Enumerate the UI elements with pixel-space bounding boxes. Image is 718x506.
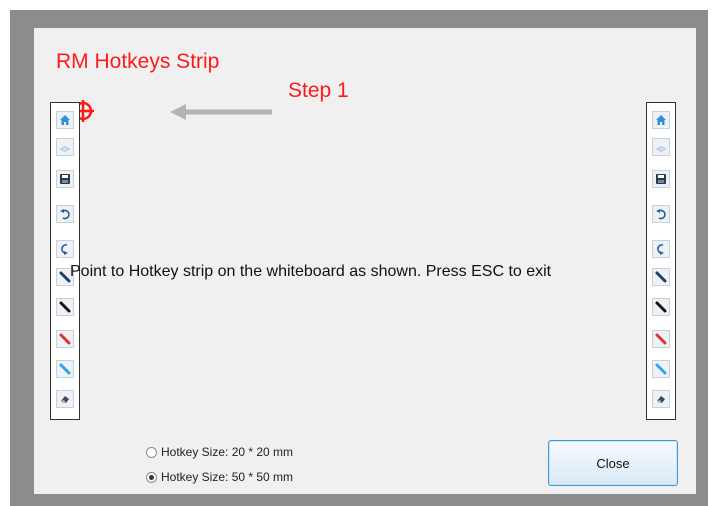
- undo-icon: [56, 205, 74, 223]
- hotkey-size-50-label: Hotkey Size: 50 * 50 mm: [161, 470, 294, 484]
- window-frame-bottom: [10, 494, 708, 506]
- pen-red-icon: [652, 330, 670, 348]
- pen-light-blue-icon: [56, 360, 74, 378]
- save-icon: [652, 170, 670, 188]
- left-arrow-icon: [170, 104, 272, 120]
- eraser-icon: [56, 390, 74, 408]
- pen-dark-blue-icon: [652, 268, 670, 286]
- hotkeys-dialog: [34, 28, 696, 494]
- screen-top-margin: [0, 0, 718, 10]
- window-frame-top: [10, 10, 708, 28]
- radio-size-20[interactable]: [146, 446, 157, 458]
- hotkey-strip-left[interactable]: [50, 102, 80, 420]
- dialog-title: RM Hotkeys Strip: [56, 50, 220, 73]
- redo-icon: [56, 240, 74, 258]
- radio-size-50[interactable]: [146, 471, 157, 483]
- undo-icon: [652, 205, 670, 223]
- close-button[interactable]: Close: [548, 440, 678, 486]
- pen-light-blue-icon: [652, 360, 670, 378]
- pen-black-icon: [56, 298, 74, 316]
- pen-black-icon: [652, 298, 670, 316]
- hotkey-size-50-option[interactable]: Hotkey Size: 50 * 50 mm: [146, 470, 293, 484]
- hotkey-size-20-option[interactable]: Hotkey Size: 20 * 20 mm: [146, 445, 293, 459]
- instruction-text: Point to Hotkey strip on the whiteboard …: [70, 263, 552, 280]
- home-icon: [652, 111, 670, 129]
- eraser-icon: [652, 390, 670, 408]
- blank-page-icon: [56, 138, 74, 156]
- redo-icon: [652, 240, 670, 258]
- blank-page-icon: [652, 138, 670, 156]
- hotkey-size-20-label: Hotkey Size: 20 * 20 mm: [161, 445, 294, 459]
- home-icon: [56, 111, 74, 129]
- window-frame-left: [10, 10, 34, 494]
- save-icon: [56, 170, 74, 188]
- window-frame-right: [696, 10, 708, 494]
- pen-red-icon: [56, 330, 74, 348]
- hotkey-strip-right[interactable]: [646, 102, 676, 420]
- step-label: Step 1: [288, 79, 349, 102]
